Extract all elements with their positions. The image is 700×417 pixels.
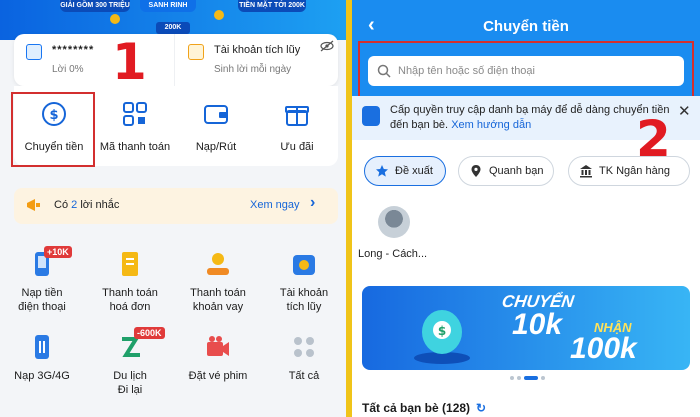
view-now-link[interactable]: Xem ngay <box>250 199 300 211</box>
contact-item[interactable]: Long - Cách... <box>358 206 427 266</box>
permission-text: Cấp quyền truy cập danh bạ máy để dễ dàn… <box>390 103 674 133</box>
chip-nearby[interactable]: Quanh bạn <box>458 156 554 186</box>
data-icon <box>35 335 49 359</box>
grid-icon <box>294 337 314 357</box>
balance-masked[interactable]: ******** <box>52 44 94 56</box>
mascot-icon: $ <box>414 310 470 364</box>
service-label: Thanh toán khoản vay <box>190 287 246 313</box>
service-label: Du lịch Đi lại <box>113 370 147 396</box>
all-friends-heading: Tất cả bạn bè (128) ↻ <box>362 401 486 415</box>
eye-off-icon[interactable] <box>320 40 334 52</box>
loan-icon <box>207 253 229 275</box>
carousel-dot[interactable] <box>541 376 545 380</box>
interest-rate: Lời 0% <box>52 64 84 75</box>
reminder-count: 2 <box>71 199 78 211</box>
chip-label: Quanh bạn <box>489 165 544 177</box>
highlight-box-step-2 <box>358 41 694 99</box>
chevron-right-icon[interactable]: › <box>310 194 315 212</box>
wallet-icon <box>204 105 228 124</box>
promo-banner[interactable]: $ CHUYỂN 10k NHẬN 100k <box>362 286 690 370</box>
banner-chip-value: 200K <box>156 22 190 34</box>
quick-action-qr[interactable]: Mã thanh toán <box>95 86 175 166</box>
divider <box>174 34 175 86</box>
service-label: Nạp tiền điện thoại <box>18 287 66 313</box>
service-label: Tài khoản tích lũy <box>279 287 329 313</box>
promo-tag: -600K <box>134 327 165 339</box>
reminder-bar[interactable]: Có 2 lời nhắc Xem ngay › <box>14 188 338 224</box>
search-icon <box>377 64 391 78</box>
coin-icon <box>110 14 120 24</box>
qr-code-icon <box>123 102 147 126</box>
home-screen: GIẢI GỒM 300 TRIỆU SANH RINH 200K TIỀN M… <box>0 0 346 417</box>
avatar <box>378 206 410 238</box>
location-pin-icon <box>471 165 481 177</box>
promo-line-4: 100k <box>570 332 637 365</box>
carousel-dots <box>510 375 550 381</box>
savings-title[interactable]: Tài khoản tích lũy <box>214 44 300 56</box>
page-title: Chuyển tiền <box>483 18 569 35</box>
svg-text:$: $ <box>438 324 446 338</box>
transfer-screen: ‹ Chuyển tiền Cấp quyền truy cập danh bạ… <box>352 0 700 417</box>
promo-line-2: 10k <box>512 308 563 341</box>
banner-chip-center: SANH RINH <box>140 0 196 12</box>
wallet-balance-icon <box>26 44 42 60</box>
highlight-box-step-1 <box>11 92 95 167</box>
reminder-suffix: lời nhắc <box>80 199 120 211</box>
screenshot-canvas: GIẢI GỒM 300 TRIỆU SANH RINH 200K TIỀN M… <box>0 0 700 417</box>
service-label: Thanh toán hoá đơn <box>102 287 158 313</box>
savings-account-icon <box>188 44 204 60</box>
refresh-icon[interactable]: ↻ <box>476 401 486 415</box>
reminder-text: Có 2 lời nhắc <box>54 199 119 211</box>
quick-action-label: Ưu đãi <box>280 141 314 153</box>
contacts-book-icon <box>362 106 380 126</box>
coin-icon <box>214 10 224 20</box>
banner-chip-left: GIẢI GỒM 300 TRIỆU <box>60 0 130 12</box>
promo-tag: +10K <box>44 246 72 258</box>
close-icon[interactable]: ✕ <box>678 102 691 120</box>
wallet-card: ******** Lời 0% Tài khoản tích lũy Sinh … <box>14 34 338 86</box>
quick-action-label: Nạp/Rút <box>195 141 237 153</box>
contact-name: Long - Cách... <box>358 248 428 260</box>
bill-icon <box>122 252 138 276</box>
quick-action-offers[interactable]: Ưu đãi <box>257 86 337 166</box>
header: ‹ Chuyển tiền <box>352 0 700 108</box>
search-field[interactable] <box>368 56 684 86</box>
megaphone-icon <box>27 199 40 211</box>
chip-suggested[interactable]: Đề xuất <box>364 156 446 186</box>
search-input[interactable] <box>398 62 678 80</box>
reminder-prefix: Có <box>54 199 69 211</box>
chip-bank-account[interactable]: TK Ngân hàng <box>568 156 690 186</box>
savings-subtitle: Sinh lời mỗi ngày <box>214 64 292 75</box>
carousel-dot-active[interactable] <box>524 376 538 380</box>
savings-icon <box>293 255 315 275</box>
carousel-dot[interactable] <box>510 376 514 380</box>
carousel-dot[interactable] <box>517 376 521 380</box>
banner-chip-right: TIỀN MẶT TỚI 200K <box>238 0 306 12</box>
gift-icon <box>285 106 309 126</box>
quick-action-label: Mã thanh toán <box>99 141 171 153</box>
movie-icon <box>207 336 229 356</box>
service-label: Đặt vé phim <box>188 370 248 382</box>
step-number-1: 1 <box>112 33 147 91</box>
chip-label: TK Ngân hàng <box>599 165 670 177</box>
view-guide-link[interactable]: Xem hướng dẫn <box>451 119 531 131</box>
quick-action-topup[interactable]: Nạp/Rút <box>176 86 256 166</box>
service-label: Nạp 3G/4G <box>14 370 70 382</box>
all-friends-label: Tất cả bạn bè (128) <box>362 401 471 415</box>
bank-icon <box>580 165 592 178</box>
chip-label: Đề xuất <box>395 165 433 177</box>
service-label: Tất cả <box>288 370 320 382</box>
star-icon <box>376 165 388 177</box>
